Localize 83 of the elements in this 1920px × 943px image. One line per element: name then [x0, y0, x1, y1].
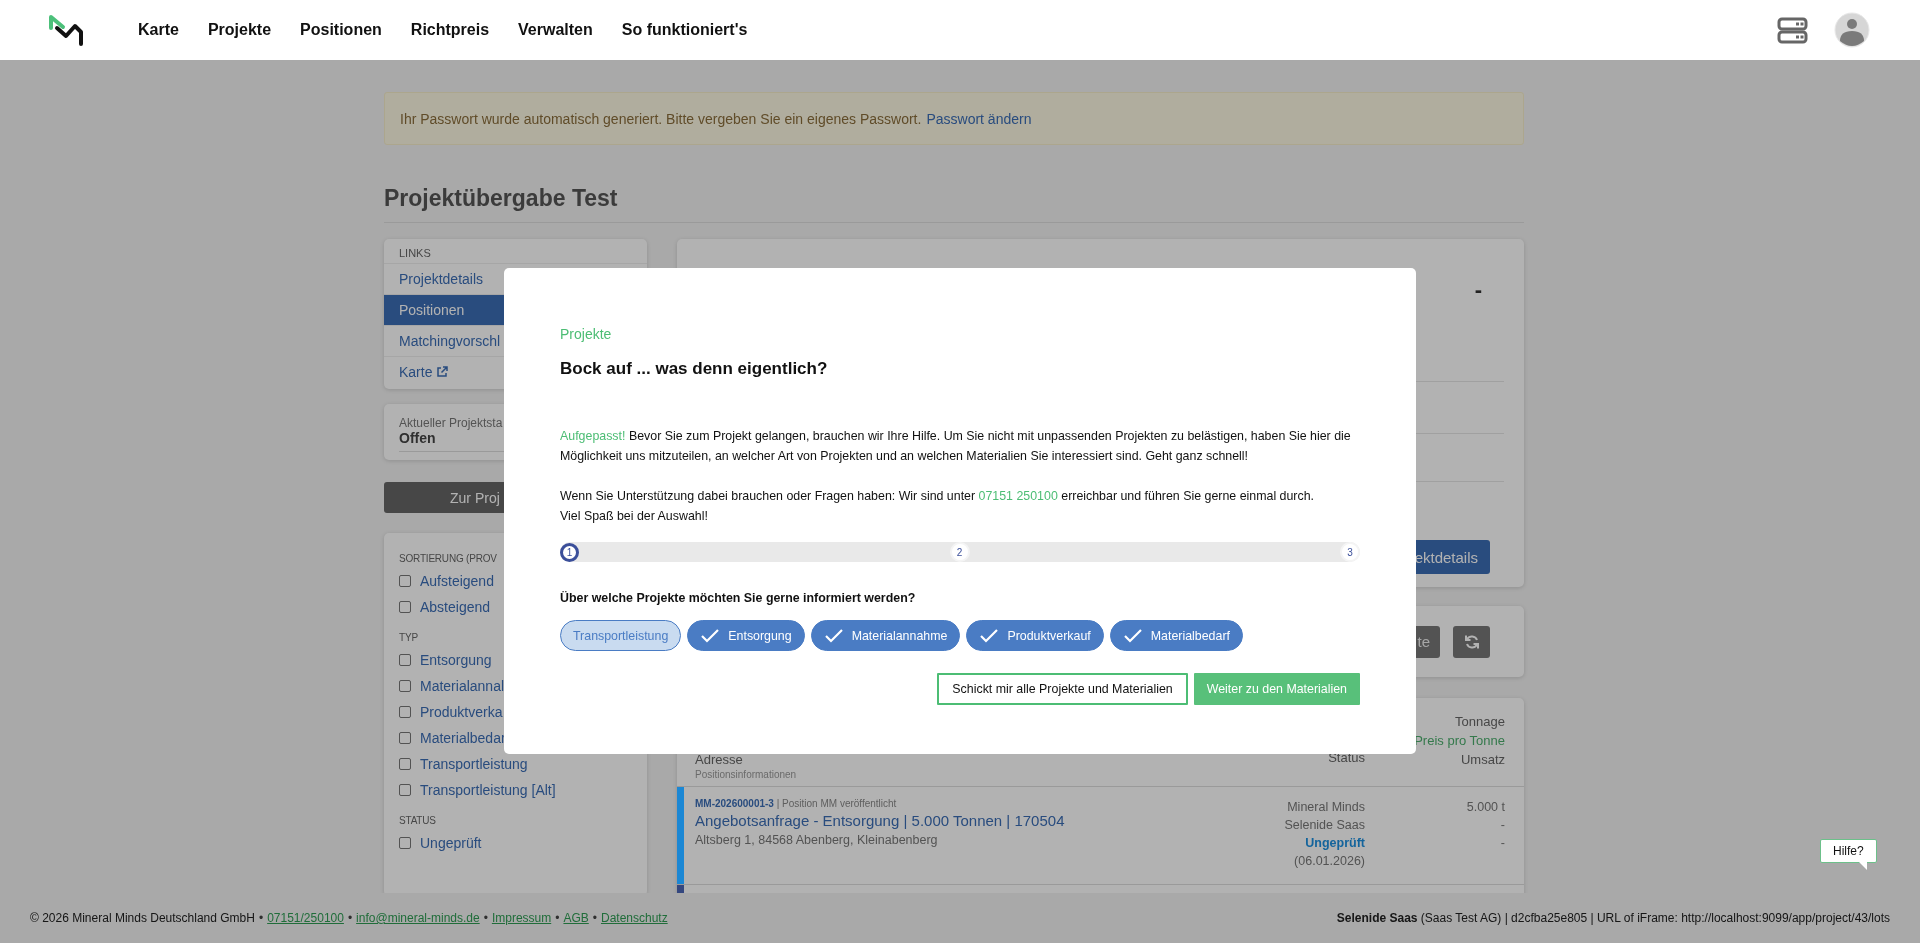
table-cell-text: -	[1500, 817, 1505, 834]
logo-icon[interactable]	[48, 14, 84, 46]
filter-option[interactable]: Ungeprüft	[420, 835, 482, 851]
avatar-icon[interactable]	[1834, 12, 1870, 48]
nav-link[interactable]: Verwalten	[518, 21, 593, 39]
nav-link[interactable]: Karte	[138, 21, 179, 39]
modal-eyebrow: Projekte	[560, 326, 613, 342]
send-all-button[interactable]: Schickt mir alle Projekte und Materialien	[937, 673, 1188, 705]
column-header: Status	[1328, 749, 1365, 767]
nav-link[interactable]: So funktioniert's	[621, 21, 748, 39]
project-type-chip[interactable]: Materialbedarf	[1109, 620, 1243, 651]
details-value: -	[1474, 277, 1482, 303]
filter-heading: STATUS	[398, 814, 437, 828]
server-icon[interactable]	[1777, 16, 1808, 44]
separator: •	[555, 911, 560, 925]
column-subheader: Positionsinformationen	[695, 769, 798, 780]
checkbox[interactable]	[399, 680, 411, 692]
footer-link[interactable]: info@mineral-minds.de	[356, 911, 480, 925]
status-label: Aktueller Projektsta	[399, 416, 504, 430]
step-indicator[interactable]: 2	[949, 542, 970, 562]
page-title: Projektübergabe Test	[384, 185, 1524, 223]
project-type-chip[interactable]: Materialannahme	[810, 620, 961, 651]
question-label: Über welche Projekte möchten Sie gerne informiert werden?	[560, 591, 917, 605]
checkbox[interactable]	[399, 837, 411, 849]
banner-text: Ihr Passwort wurde automatisch generiert. Bitte vergeben Sie ein eigenes Passwort.	[400, 110, 922, 127]
project-type-chip[interactable]: Entsorgung	[687, 620, 805, 651]
column-header: Tonnage	[1455, 713, 1505, 731]
footer-link[interactable]: Impressum	[491, 911, 552, 925]
check-icon	[823, 627, 844, 644]
separator: •	[258, 911, 264, 925]
filter-option[interactable]: Transportleistung [Alt]	[420, 782, 556, 798]
separator: •	[347, 911, 353, 925]
filter-option[interactable]: Absteigend	[420, 599, 491, 615]
checkbox[interactable]	[399, 601, 411, 613]
filter-option[interactable]: Produktverka	[420, 704, 503, 720]
continue-button[interactable]: Weiter zu den Materialien	[1193, 673, 1360, 705]
footer-link[interactable]: 07151/250100	[267, 911, 344, 925]
modal-paragraph: Wenn Sie Unterstützung dabei brauchen oder Fragen haben: Wir sind unter 07151 250100 erreichbar und führen Sie gerne einmal durch. Viel Spaß bei der Auswahl!	[560, 488, 1316, 525]
checkbox[interactable]	[399, 758, 411, 770]
status-text: Ungeprüft	[1305, 835, 1365, 852]
separator: •	[483, 911, 488, 925]
project-type-chip[interactable]: Transportleistung	[560, 620, 682, 651]
checkbox[interactable]	[399, 706, 411, 718]
nav-link[interactable]: Positionen	[300, 21, 382, 39]
table-cell-text: 5.000 t	[1466, 799, 1505, 816]
check-icon	[700, 627, 721, 644]
checkbox[interactable]	[399, 732, 411, 744]
table-cell-text: -	[1500, 835, 1505, 852]
filter-option[interactable]: Aufsteigend	[420, 573, 494, 589]
check-icon	[1122, 627, 1143, 644]
nav-link[interactable]: Richtpreis	[410, 21, 490, 39]
position-id: MM-202600001-3 | Position MM veröffentlicht	[695, 798, 898, 809]
checkbox[interactable]	[399, 784, 411, 796]
filter-option[interactable]: Materialbedar	[420, 730, 506, 746]
check-icon	[979, 627, 1000, 644]
section-heading: LINKS	[398, 246, 432, 261]
status-date: (06.01.2026)	[1294, 853, 1365, 870]
footer-link[interactable]: Datenschutz	[600, 911, 668, 925]
step-indicator[interactable]: 3	[1340, 542, 1360, 562]
party-name: Mineral Minds	[1287, 799, 1365, 816]
filter-option[interactable]: Transportleistung	[420, 756, 528, 772]
position-address: Altsberg 1, 84568 Abenberg, Kleinabenberg	[695, 833, 939, 847]
party-name: Selenide Saas	[1284, 817, 1365, 834]
filter-option[interactable]: Materialannal	[420, 678, 505, 694]
change-password-link[interactable]: Passwort ändern	[926, 110, 1032, 127]
checkbox[interactable]	[399, 575, 411, 587]
filter-heading: SORTIERUNG (PROV	[398, 552, 498, 566]
position-title-link[interactable]: Angebotsanfrage - Entsorgung | 5.000 Tonnen | 170504	[695, 812, 1215, 829]
footer-link[interactable]: AGB	[563, 911, 589, 925]
refresh-icon	[1463, 633, 1480, 650]
nav-link[interactable]: Projekte	[207, 21, 272, 39]
filter-heading: TYP	[398, 631, 419, 645]
step-indicator[interactable]: 1	[560, 542, 579, 562]
separator: •	[592, 911, 597, 925]
modal-title: Bock auf ... was denn eigentlich?	[560, 359, 829, 379]
filter-option[interactable]: Entsorgung	[420, 652, 492, 668]
column-header: Adresse	[695, 751, 744, 769]
project-type-chip[interactable]: Produktverkauf	[966, 620, 1104, 651]
checkbox[interactable]	[399, 654, 411, 666]
copyright-text: © 2026 Mineral Minds Deutschland GmbH	[30, 911, 255, 925]
refresh-button[interactable]	[1453, 625, 1490, 658]
session-info: Selenide Saas (Saas Test AG) | d2cfba25e805 | URL of iFrame: http://localhost:9099/app/project/43/lots	[1336, 911, 1890, 925]
column-header: Umsatz	[1460, 751, 1505, 769]
